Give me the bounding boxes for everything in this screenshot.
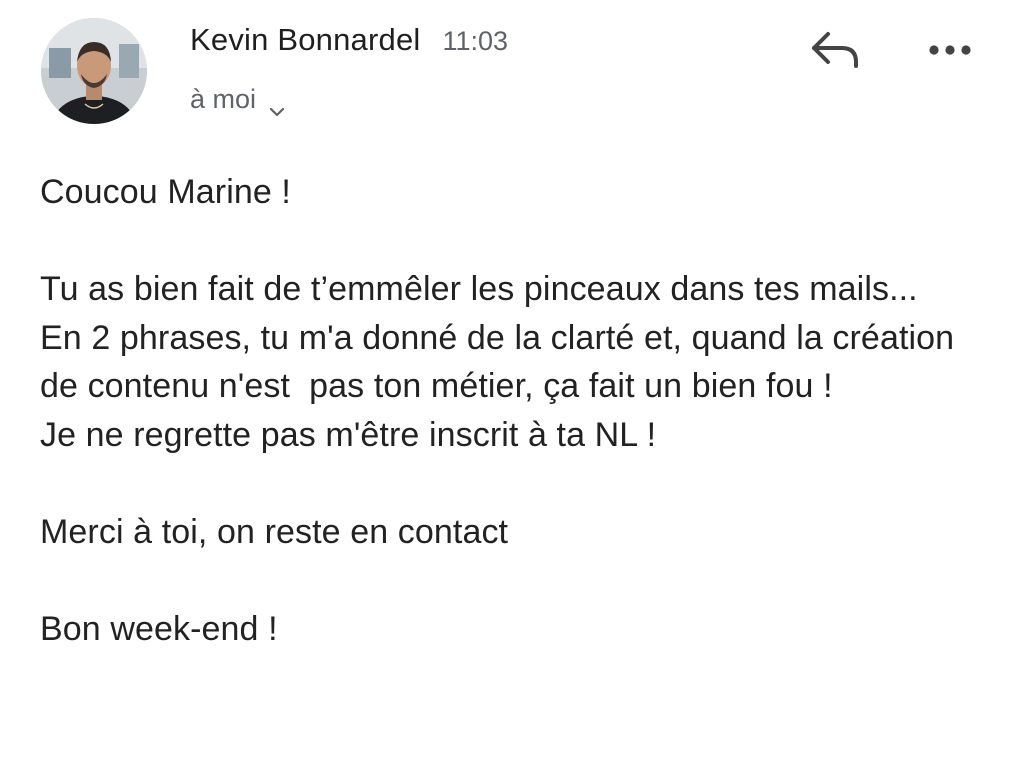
recipient-label: à moi [190,84,257,114]
sender-avatar[interactable] [41,18,147,124]
avatar-photo-icon [41,18,147,124]
more-horizontal-icon [929,45,971,55]
message-header: Kevin Bonnardel 11:03 à moi [0,0,1024,140]
reply-arrow-icon [812,32,858,68]
more-options-button[interactable] [924,30,976,70]
sender-name[interactable]: Kevin Bonnardel [190,22,421,58]
closing-text: Merci à toi, on reste en contact [40,512,509,551]
greeting-text: Coucou Marine ! [40,173,291,211]
signoff-text: Bon week-end ! [40,609,278,648]
reply-button[interactable] [808,26,864,74]
chevron-down-icon [268,94,286,116]
body-paragraph: Tu as bien fait de t’emmêler les pinceau… [40,270,955,454]
message-time: 11:03 [442,26,509,56]
sender-line: Kevin Bonnardel 11:03 [190,22,508,58]
message-body: Coucou Marine ! Tu as bien fait de t’emm… [40,168,980,653]
recipient-toggle[interactable]: à moi [190,84,286,116]
